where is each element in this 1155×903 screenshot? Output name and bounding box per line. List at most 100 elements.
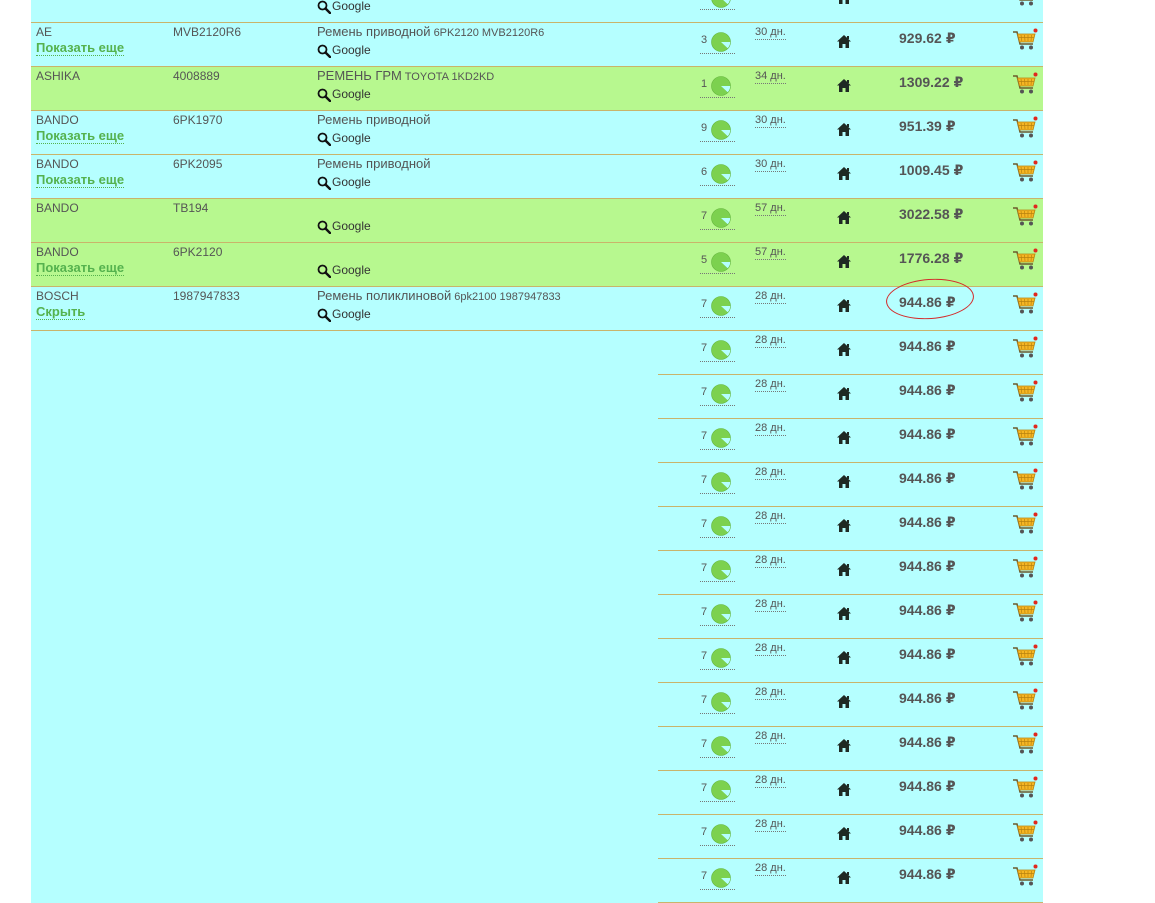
google-search-link[interactable]: Google — [317, 131, 434, 146]
stock-quantity[interactable]: 6 — [700, 159, 735, 186]
google-search-link[interactable]: Google — [317, 87, 494, 102]
quantity-value: 7 — [701, 826, 708, 838]
offer-subrow: 7 28 дн. 944.86 ₽ — [31, 859, 1043, 903]
description: Ремень поликлиновой — [317, 288, 452, 303]
stock-quantity[interactable]: 7 — [700, 863, 735, 890]
add-to-cart-button[interactable] — [1012, 116, 1038, 143]
shopping-cart-icon — [1012, 556, 1038, 583]
stock-quantity[interactable]: 7 — [700, 599, 735, 626]
stock-quantity[interactable]: 5 — [700, 247, 735, 274]
quantity-value: 6 — [701, 166, 708, 178]
delivery-days[interactable]: 28 дн. — [755, 334, 786, 348]
add-to-cart-button[interactable] — [1012, 556, 1038, 583]
add-to-cart-button[interactable] — [1012, 72, 1038, 99]
add-to-cart-button[interactable] — [1012, 380, 1038, 407]
delivery-days[interactable]: 34 дн. — [755, 70, 786, 84]
add-to-cart-button[interactable] — [1012, 424, 1038, 451]
add-to-cart-button[interactable] — [1012, 512, 1038, 539]
add-to-cart-button[interactable] — [1012, 292, 1038, 319]
quantity-value: 1 — [701, 78, 708, 90]
shopping-cart-icon — [1012, 380, 1038, 407]
google-search-link[interactable]: Google — [317, 0, 371, 14]
add-to-cart-button[interactable] — [1012, 732, 1038, 759]
add-to-cart-button[interactable] — [1012, 600, 1038, 627]
show-more-link[interactable]: Показать еще — [36, 172, 125, 188]
delivery-days[interactable]: 28 дн. — [755, 862, 786, 876]
google-label: Google — [332, 131, 371, 145]
delivery-days[interactable]: 28 дн. — [755, 598, 786, 612]
google-search-link[interactable]: Google — [317, 175, 434, 190]
stock-quantity[interactable] — [700, 0, 735, 10]
delivery-days[interactable]: 28 дн. — [755, 554, 786, 568]
stock-quantity[interactable]: 7 — [700, 291, 735, 318]
add-to-cart-button[interactable] — [1012, 644, 1038, 671]
stock-quantity[interactable]: 1 — [700, 71, 735, 98]
price: 944.86 ₽ — [899, 426, 956, 443]
price-value: 944.86 — [899, 822, 942, 838]
quantity-value: 7 — [701, 606, 708, 618]
stock-quantity[interactable]: 7 — [700, 467, 735, 494]
delivery-days[interactable]: 28 дн. — [755, 378, 786, 392]
google-search-link[interactable]: Google — [317, 219, 371, 234]
hide-link[interactable]: Скрыть — [36, 304, 86, 320]
add-to-cart-button[interactable] — [1012, 688, 1038, 715]
shopping-cart-icon — [1012, 600, 1038, 627]
google-search-link[interactable]: Google — [317, 43, 544, 58]
magnifier-icon — [317, 264, 332, 278]
delivery-days[interactable]: 28 дн. — [755, 818, 786, 832]
description-cell: Google — [317, 244, 371, 278]
stock-quantity[interactable]: 7 — [700, 379, 735, 406]
stock-quantity[interactable]: 7 — [700, 335, 735, 362]
description-line: Ремень приводной — [317, 156, 434, 173]
google-search-link[interactable]: Google — [317, 307, 561, 322]
stock-quantity[interactable]: 7 — [700, 423, 735, 450]
currency-symbol: ₽ — [945, 382, 956, 398]
magnifier-icon — [317, 176, 332, 190]
delivery-days[interactable]: 28 дн. — [755, 290, 786, 304]
delivery-days[interactable]: 30 дн. — [755, 158, 786, 172]
delivery-days[interactable]: 28 дн. — [755, 686, 786, 700]
add-to-cart-button[interactable] — [1012, 468, 1038, 495]
home-icon — [836, 342, 852, 360]
stock-quantity[interactable]: 7 — [700, 643, 735, 670]
stock-quantity[interactable]: 7 — [700, 555, 735, 582]
delivery-days[interactable]: 28 дн. — [755, 466, 786, 480]
add-to-cart-button[interactable] — [1012, 336, 1038, 363]
stock-quantity[interactable]: 9 — [700, 115, 735, 142]
delivery-days[interactable]: 28 дн. — [755, 422, 786, 436]
add-to-cart-button[interactable] — [1012, 248, 1038, 275]
offer-row: BANDO Показать еще 6PK2095 Ремень приводной… — [31, 155, 1043, 199]
add-to-cart-button[interactable] — [1012, 160, 1038, 187]
add-to-cart-button[interactable] — [1012, 820, 1038, 847]
price-value: 944.86 — [899, 294, 942, 310]
stock-quantity[interactable]: 7 — [700, 819, 735, 846]
show-more-link[interactable]: Показать еще — [36, 260, 125, 276]
delivery-days[interactable]: 57 дн. — [755, 202, 786, 216]
add-to-cart-button[interactable] — [1012, 204, 1038, 231]
add-to-cart-button[interactable] — [1012, 0, 1038, 11]
delivery-days[interactable]: 28 дн. — [755, 730, 786, 744]
delivery-days[interactable]: 28 дн. — [755, 642, 786, 656]
show-more-link[interactable]: Показать еще — [36, 128, 125, 144]
offer-subrow: 7 28 дн. 944.86 ₽ — [31, 683, 1043, 727]
home-icon — [836, 430, 852, 448]
add-to-cart-button[interactable] — [1012, 864, 1038, 891]
delivery-days[interactable]: 57 дн. — [755, 246, 786, 260]
delivery-days[interactable]: 30 дн. — [755, 114, 786, 128]
stock-quantity[interactable]: 7 — [700, 731, 735, 758]
shopping-cart-icon — [1012, 292, 1038, 319]
stock-quantity[interactable]: 3 — [700, 27, 735, 54]
delivery-days[interactable]: 30 дн. — [755, 26, 786, 40]
quantity-value: 7 — [701, 430, 708, 442]
add-to-cart-button[interactable] — [1012, 776, 1038, 803]
delivery-days[interactable]: 28 дн. — [755, 774, 786, 788]
google-search-link[interactable]: Google — [317, 263, 371, 278]
stock-quantity[interactable]: 7 — [700, 687, 735, 714]
article-number: TB194 — [173, 201, 209, 215]
delivery-days[interactable]: 28 дн. — [755, 510, 786, 524]
show-more-link[interactable]: Показать еще — [36, 40, 125, 56]
add-to-cart-button[interactable] — [1012, 28, 1038, 55]
stock-quantity[interactable]: 7 — [700, 775, 735, 802]
stock-quantity[interactable]: 7 — [700, 203, 735, 230]
stock-quantity[interactable]: 7 — [700, 511, 735, 538]
